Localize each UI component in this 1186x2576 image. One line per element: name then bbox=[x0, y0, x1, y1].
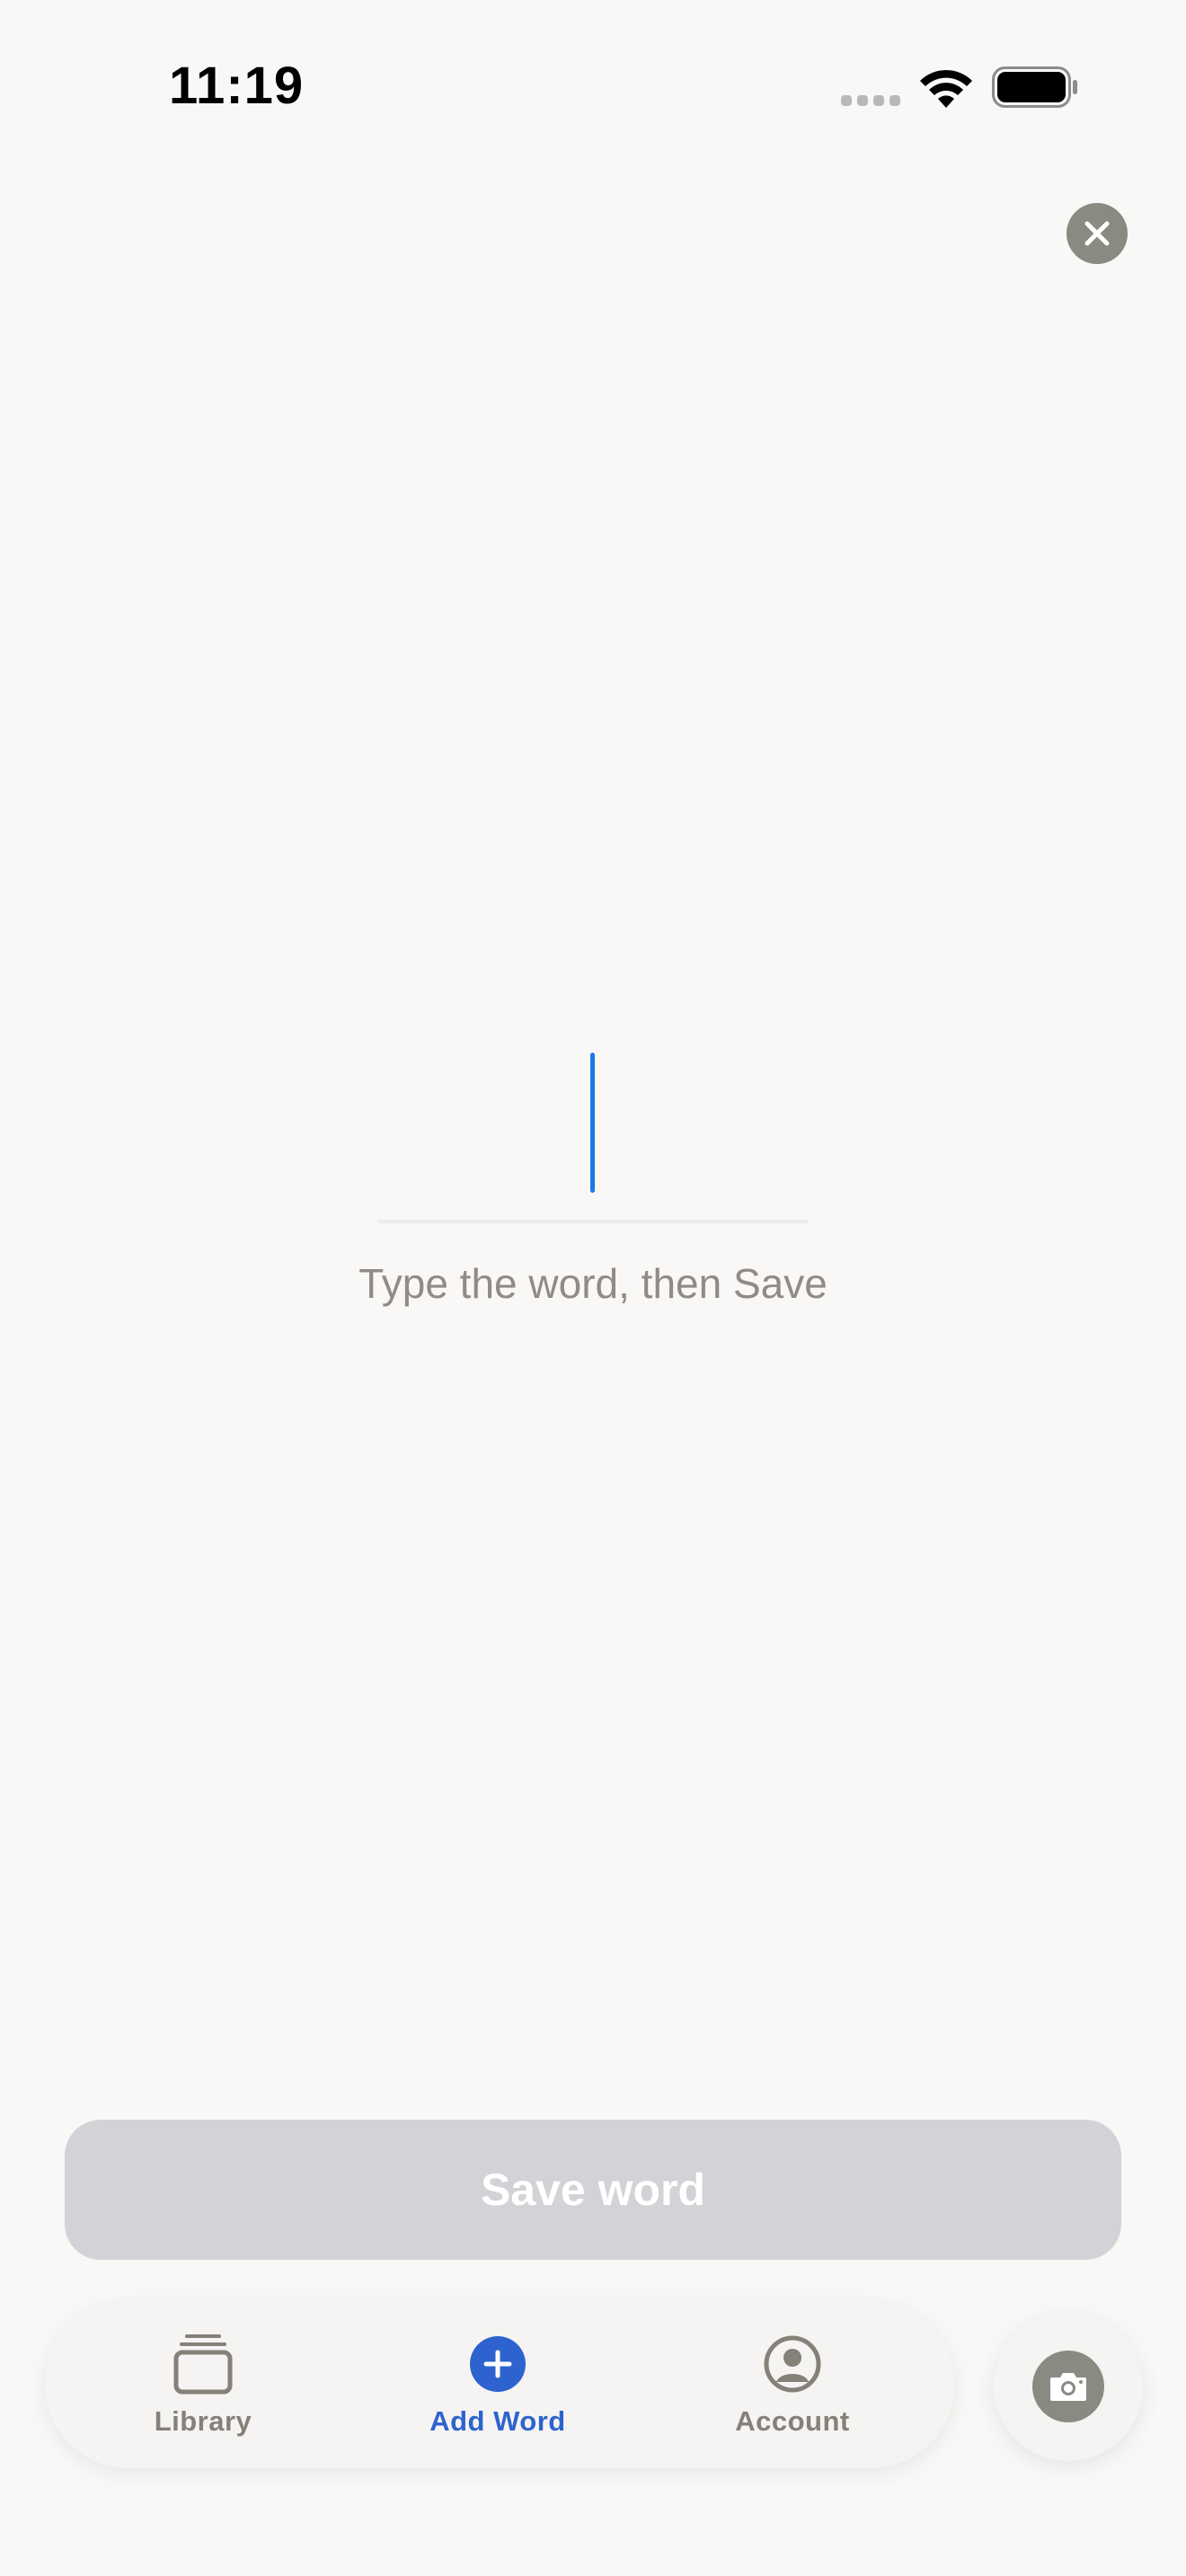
tab-add-word[interactable]: Add Word bbox=[381, 2301, 615, 2468]
tab-account[interactable]: Account bbox=[676, 2301, 909, 2468]
tab-add-word-label: Add Word bbox=[429, 2405, 566, 2437]
wifi-icon bbox=[920, 69, 972, 108]
close-button[interactable] bbox=[1067, 203, 1128, 264]
tab-library-label: Library bbox=[154, 2405, 252, 2437]
save-word-button[interactable]: Save word bbox=[65, 2120, 1121, 2260]
camera-button[interactable] bbox=[994, 2312, 1143, 2461]
word-input[interactable] bbox=[377, 1033, 809, 1223]
close-icon bbox=[1084, 221, 1110, 246]
input-hint: Type the word, then Save bbox=[358, 1260, 828, 1307]
cellular-dots-icon bbox=[841, 95, 900, 106]
plus-circle-icon bbox=[465, 2332, 530, 2396]
stacked-cards-icon bbox=[171, 2332, 235, 2396]
tab-account-label: Account bbox=[735, 2405, 850, 2437]
input-underline bbox=[377, 1220, 809, 1223]
text-caret bbox=[590, 1053, 595, 1193]
person-circle-icon bbox=[760, 2332, 825, 2396]
battery-icon bbox=[992, 66, 1077, 108]
camera-icon bbox=[1032, 2351, 1104, 2422]
tab-bar: Library Add Word Account bbox=[45, 2301, 954, 2468]
status-time: 11:19 bbox=[169, 57, 305, 115]
tab-library[interactable]: Library bbox=[86, 2301, 320, 2468]
